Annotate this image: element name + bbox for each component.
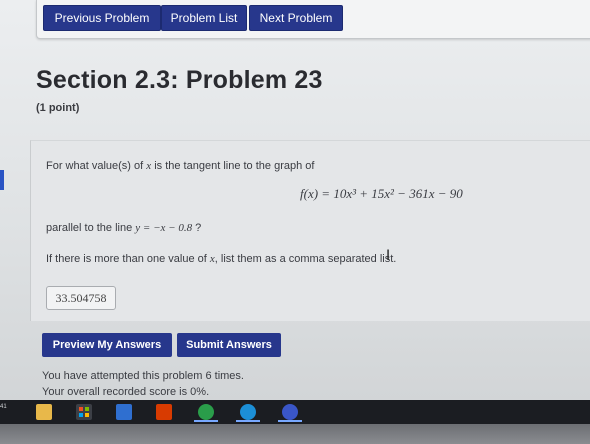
taskbar-clock: 41 — [0, 404, 7, 410]
score-status: Your overall recorded score is 0%. — [42, 386, 210, 398]
active-app-indicator — [278, 420, 302, 422]
question-line-3: If there is more than one value of x, li… — [46, 253, 396, 265]
points-label: (1 point) — [36, 102, 80, 114]
monitor-bezel — [0, 424, 590, 444]
problem-nav-bar: Previous Problem Problem List Next Probl… — [36, 0, 590, 39]
question-line-1: For what value(s) of x is the tangent li… — [46, 160, 314, 172]
active-app-indicator — [194, 420, 218, 422]
explorer-icon[interactable] — [36, 404, 52, 420]
question-text: For what value(s) of — [46, 160, 147, 172]
attempts-status: You have attempted this problem 6 times. — [42, 370, 244, 382]
chrome-profile-icon[interactable] — [282, 404, 298, 420]
preview-answers-button[interactable]: Preview My Answers — [42, 333, 172, 357]
next-problem-button[interactable]: Next Problem — [249, 5, 343, 31]
mail-icon[interactable] — [116, 404, 132, 420]
submit-answers-button[interactable]: Submit Answers — [177, 333, 281, 357]
chrome-icon[interactable] — [198, 404, 214, 420]
store-icon[interactable] — [76, 404, 92, 420]
question-text: ? — [192, 222, 202, 234]
browser-viewport: Previous Problem Problem List Next Probl… — [0, 0, 590, 400]
question-text: is the tangent line to the graph of — [151, 160, 315, 172]
page-title: Section 2.3: Problem 23 — [36, 66, 323, 94]
question-text: If there is more than one value of — [46, 253, 210, 265]
edge-icon[interactable] — [240, 404, 256, 420]
question-text: , list them as a comma separated list. — [214, 253, 397, 265]
side-tab-marker[interactable] — [0, 170, 4, 190]
question-text: parallel to the line — [46, 222, 136, 234]
answer-input[interactable]: 33.504758 — [46, 286, 116, 310]
question-line-2: parallel to the line y = −x − 0.8 ? — [46, 222, 201, 234]
previous-problem-button[interactable]: Previous Problem — [43, 5, 161, 31]
active-app-indicator — [236, 420, 260, 422]
office-icon[interactable] — [156, 404, 172, 420]
function-equation: f(x) = 10x³ + 15x² − 361x − 90 — [300, 186, 463, 201]
text-cursor-icon: I — [386, 248, 391, 264]
line-equation: y = −x − 0.8 — [135, 222, 193, 234]
problem-list-button[interactable]: Problem List — [161, 5, 247, 31]
